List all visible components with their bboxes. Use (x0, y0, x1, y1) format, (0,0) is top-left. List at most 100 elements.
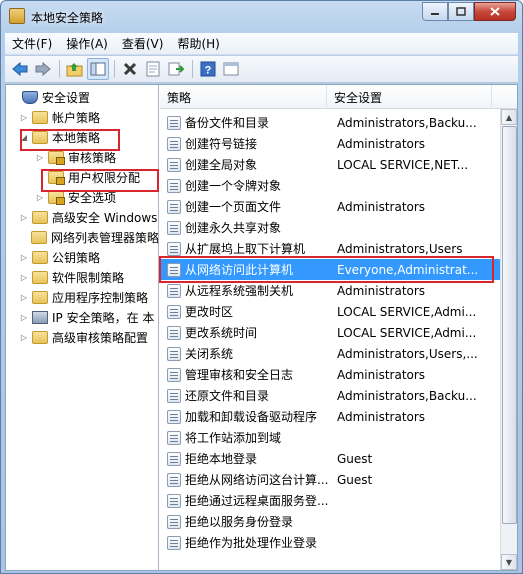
policy-icon (167, 430, 181, 445)
policy-name: 创建符号链接 (185, 137, 258, 151)
expand-arrow-icon[interactable]: ▷ (35, 153, 45, 162)
up-one-level-button[interactable] (64, 58, 86, 80)
menu-help[interactable]: 帮助(H) (170, 35, 226, 52)
expand-arrow-icon[interactable]: ◢ (19, 133, 29, 142)
tree-item[interactable]: ◢ 本地策略 (6, 127, 158, 147)
policy-icon (167, 409, 181, 424)
policy-row[interactable]: 加载和卸载设备驱动程序 Administrators (160, 406, 500, 427)
policy-row[interactable]: 关闭系统 Administrators,Users,... (160, 343, 500, 364)
policy-row[interactable]: 管理审核和安全日志 Administrators (160, 364, 500, 385)
show-hide-tree-button[interactable] (87, 58, 109, 80)
svg-text:?: ? (205, 65, 212, 77)
policy-name: 加载和卸载设备驱动程序 (185, 410, 318, 424)
tree-item[interactable]: ▷ 高级审核策略配置 (6, 327, 158, 347)
policy-row[interactable]: 从扩展坞上取下计算机 Administrators,Users (160, 238, 500, 259)
policy-row[interactable]: 创建一个页面文件 Administrators (160, 196, 500, 217)
expand-arrow-icon[interactable]: ▷ (19, 113, 29, 122)
expand-arrow-icon[interactable]: ▷ (19, 293, 29, 302)
close-button[interactable] (474, 2, 516, 21)
tree-item-label: 公钥策略 (52, 250, 101, 265)
tree-item[interactable]: ▷ 审核策略 (6, 147, 158, 167)
policy-row[interactable]: 更改系统时间 LOCAL SERVICE,Admi... (160, 322, 500, 343)
policy-row[interactable]: 拒绝本地登录 Guest (160, 448, 500, 469)
title-bar[interactable]: 本地安全策略 (1, 1, 522, 31)
expand-arrow-icon[interactable]: ▷ (19, 333, 29, 342)
folder-icon (32, 250, 48, 264)
delete-button[interactable] (119, 58, 141, 80)
tree-item[interactable]: ▷ IP 安全策略，在 本 (6, 307, 158, 327)
policy-row[interactable]: 还原文件和目录 Administrators,Backu... (160, 385, 500, 406)
tree-item[interactable]: ▷ 帐户策略 (6, 107, 158, 127)
policy-name: 创建全局对象 (185, 158, 258, 172)
minimize-button[interactable] (422, 2, 448, 21)
policy-row[interactable]: 创建一个令牌对象 (160, 175, 500, 196)
policy-row[interactable]: 将工作站添加到域 (160, 427, 500, 448)
policy-setting: Administrators,Backu... (337, 115, 477, 130)
policy-row[interactable]: 拒绝从网络访问这台计算... Guest (160, 469, 500, 490)
policy-setting: LOCAL SERVICE,Admi... (337, 325, 477, 340)
policy-row[interactable]: 创建永久共享对象 (160, 217, 500, 238)
properties-icon (146, 61, 160, 77)
help-icon: ? (200, 61, 216, 77)
policy-row[interactable]: 更改时区 LOCAL SERVICE,Admi... (160, 301, 500, 322)
expand-arrow-icon[interactable]: ▷ (19, 273, 29, 282)
scroll-thumb[interactable] (502, 126, 517, 524)
policy-setting: Guest (337, 451, 373, 466)
delete-x-icon (123, 62, 137, 76)
tree-item[interactable]: ▷ 应用程序控制策略 (6, 287, 158, 307)
policy-icon (167, 388, 181, 403)
app-window: 本地安全策略 文件(F) 操作(A) 查看(V) 帮助(H) ? 安全设置 ▷ … (0, 0, 523, 574)
policy-row[interactable]: 创建符号链接 Administrators (160, 133, 500, 154)
help-button[interactable]: ? (197, 58, 219, 80)
policy-row[interactable]: 从远程系统强制关机 Administrators (160, 280, 500, 301)
toolbar-separator (114, 60, 115, 78)
policy-row[interactable]: 拒绝通过远程桌面服务登... (160, 490, 500, 511)
policy-name: 拒绝以服务身份登录 (185, 515, 294, 529)
minimize-icon (431, 12, 439, 15)
maximize-button[interactable] (448, 2, 474, 21)
vertical-scrollbar[interactable]: ▲ ▼ (500, 109, 517, 570)
tree-item[interactable]: ▷ 高级安全 Windows (6, 207, 158, 227)
policy-name: 创建永久共享对象 (185, 221, 282, 235)
scroll-up-button[interactable]: ▲ (501, 109, 517, 125)
expand-arrow-icon[interactable]: ▷ (19, 253, 29, 262)
menu-view[interactable]: 查看(V) (115, 35, 171, 52)
policy-name: 更改系统时间 (185, 326, 258, 340)
tree-item[interactable]: ▷ 安全选项 (6, 187, 158, 207)
tree-item[interactable]: 网络列表管理器策略 (6, 227, 159, 247)
policy-row[interactable]: 创建全局对象 LOCAL SERVICE,NET... (160, 154, 500, 175)
expand-arrow-icon[interactable]: ▷ (19, 313, 29, 322)
policy-row[interactable]: 备份文件和目录 Administrators,Backu... (160, 112, 500, 133)
policy-icon (167, 535, 181, 550)
policy-icon (167, 241, 181, 256)
properties-button[interactable] (142, 58, 164, 80)
show-console-button[interactable] (220, 58, 242, 80)
column-header-security-setting[interactable]: 安全设置 (327, 85, 492, 109)
list-header: 策略 安全设置 (160, 85, 517, 109)
tree-item[interactable]: 用户权限分配 (6, 167, 158, 187)
column-header-policy[interactable]: 策略 (160, 85, 327, 109)
folder-icon (32, 330, 48, 344)
tree-item[interactable]: ▷ 软件限制策略 (6, 267, 158, 287)
navigation-tree: 安全设置 ▷ 帐户策略 ◢ 本地策略 ▷ 审核策略 用户权限分配 ▷ 安全选项 ▷ 高级安全 Win… (6, 85, 159, 570)
back-button[interactable] (9, 58, 31, 80)
policy-name: 关闭系统 (185, 347, 234, 361)
forward-button[interactable] (32, 58, 54, 80)
menu-file[interactable]: 文件(F) (5, 35, 59, 52)
menu-action[interactable]: 操作(A) (59, 35, 115, 52)
tree-root[interactable]: 安全设置 (6, 87, 158, 107)
policy-name: 备份文件和目录 (185, 116, 270, 130)
expand-arrow-icon[interactable]: ▷ (35, 193, 45, 202)
policy-name: 将工作站添加到域 (185, 431, 282, 445)
policy-row[interactable]: 拒绝以服务身份登录 (160, 511, 500, 532)
policy-row[interactable]: 拒绝作为批处理作业登录 (160, 532, 500, 553)
export-list-button[interactable] (165, 58, 187, 80)
tree-item-label: 网络列表管理器策略 (50, 230, 159, 245)
policy-row[interactable]: 从网络访问此计算机 Everyone,Administrat... (160, 259, 500, 280)
scroll-down-button[interactable]: ▼ (501, 554, 517, 570)
tree-item[interactable]: ▷ 公钥策略 (6, 247, 158, 267)
policy-icon (167, 220, 181, 235)
tree-item-label: 安全选项 (68, 190, 117, 205)
expand-arrow-icon[interactable]: ▷ (19, 213, 29, 222)
security-settings-icon (22, 90, 38, 104)
